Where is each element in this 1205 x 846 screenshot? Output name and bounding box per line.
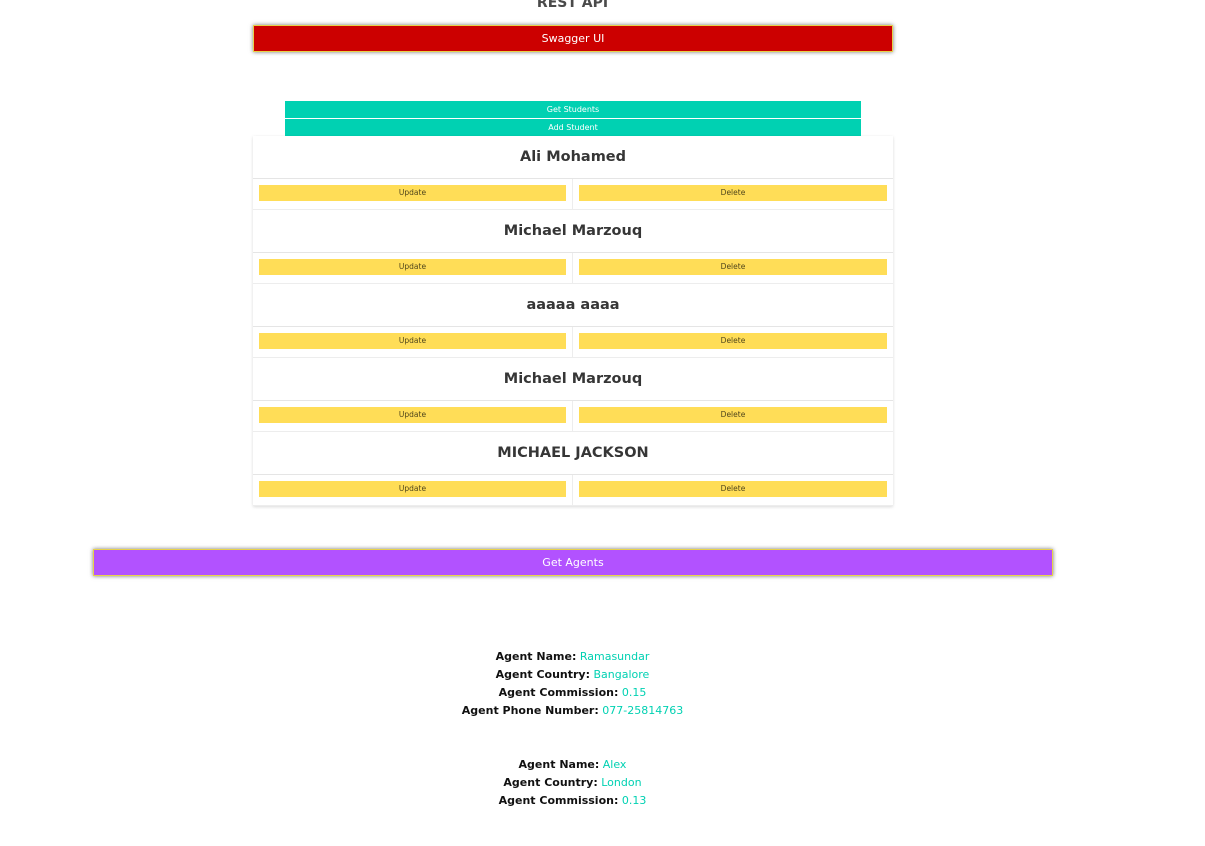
agent-card: Agent Name: Alex Agent Country: London A… (0, 756, 1145, 810)
get-students-button[interactable]: Get Students (285, 101, 861, 118)
student-card: Ali Mohamed Update Delete (253, 136, 893, 210)
student-card: Michael Marzouq Update Delete (253, 358, 893, 432)
agent-name-line: Agent Name: Ramasundar (0, 648, 1145, 666)
add-student-button[interactable]: Add Student (285, 119, 861, 136)
delete-cell: Delete (573, 179, 893, 209)
delete-cell: Delete (573, 475, 893, 505)
agent-commission-label: Agent Commission: (498, 794, 619, 807)
delete-button[interactable]: Delete (579, 481, 887, 497)
update-button[interactable]: Update (259, 333, 566, 349)
agent-country-line: Agent Country: Bangalore (0, 666, 1145, 684)
update-button[interactable]: Update (259, 481, 566, 497)
student-list: Ali Mohamed Update Delete Michael Marzou… (253, 136, 893, 506)
student-card: aaaaa aaaa Update Delete (253, 284, 893, 358)
update-cell: Update (253, 401, 573, 431)
student-name: Michael Marzouq (253, 358, 893, 401)
update-button[interactable]: Update (259, 407, 566, 423)
agent-country-label: Agent Country: (495, 668, 590, 681)
agent-country-line: Agent Country: London (0, 774, 1145, 792)
student-name: MICHAEL JACKSON (253, 432, 893, 475)
update-cell: Update (253, 179, 573, 209)
student-actions: Update Delete (253, 179, 893, 210)
agent-card: Agent Name: Ramasundar Agent Country: Ba… (0, 648, 1145, 720)
delete-button[interactable]: Delete (579, 407, 887, 423)
agent-commission-line: Agent Commission: 0.15 (0, 684, 1145, 702)
update-cell: Update (253, 475, 573, 505)
agent-country-value: London (601, 776, 642, 789)
agent-phone-label: Agent Phone Number: (461, 704, 599, 717)
delete-button[interactable]: Delete (579, 333, 887, 349)
student-actions: Update Delete (253, 327, 893, 358)
agent-phone-line: Agent Phone Number: 077-25814763 (0, 702, 1145, 720)
agent-commission-value: 0.13 (621, 794, 647, 807)
student-actions: Update Delete (253, 475, 893, 506)
student-actions: Update Delete (253, 401, 893, 432)
get-agents-button[interactable]: Get Agents (93, 549, 1053, 576)
agent-name-value: Ramasundar (579, 650, 650, 663)
delete-cell: Delete (573, 253, 893, 283)
student-name: Michael Marzouq (253, 210, 893, 253)
update-button[interactable]: Update (259, 259, 566, 275)
agent-country-value: Bangalore (593, 668, 650, 681)
agent-commission-label: Agent Commission: (498, 686, 619, 699)
delete-button[interactable]: Delete (579, 259, 887, 275)
page-title: REST API (536, 0, 609, 11)
student-card: Michael Marzouq Update Delete (253, 210, 893, 284)
update-cell: Update (253, 253, 573, 283)
agent-country-label: Agent Country: (503, 776, 598, 789)
delete-button[interactable]: Delete (579, 185, 887, 201)
agent-name-label: Agent Name: (495, 650, 577, 663)
update-button[interactable]: Update (259, 185, 566, 201)
agent-list: Agent Name: Ramasundar Agent Country: Ba… (0, 648, 1145, 846)
agent-phone-value: 077-25814763 (602, 704, 684, 717)
student-actions: Update Delete (253, 253, 893, 284)
update-cell: Update (253, 327, 573, 357)
agent-commission-value: 0.15 (621, 686, 647, 699)
student-name: aaaaa aaaa (253, 284, 893, 327)
delete-cell: Delete (573, 327, 893, 357)
agent-name-label: Agent Name: (518, 758, 600, 771)
student-name: Ali Mohamed (253, 136, 893, 179)
delete-cell: Delete (573, 401, 893, 431)
agent-name-value: Alex (602, 758, 627, 771)
agent-commission-line: Agent Commission: 0.13 (0, 792, 1145, 810)
agent-name-line: Agent Name: Alex (0, 756, 1145, 774)
student-card: MICHAEL JACKSON Update Delete (253, 432, 893, 506)
swagger-ui-button[interactable]: Swagger UI (253, 25, 893, 52)
